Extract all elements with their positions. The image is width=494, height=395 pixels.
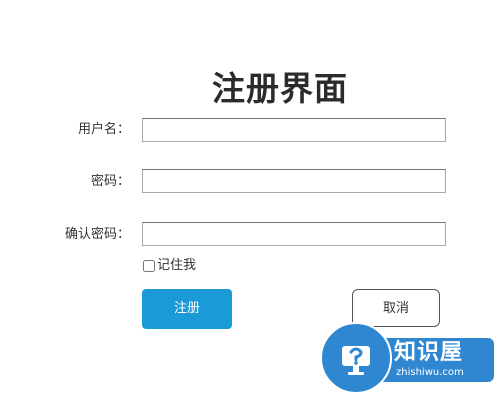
lightbulb-question-icon bbox=[342, 346, 370, 375]
confirm-password-input[interactable] bbox=[142, 222, 446, 246]
remember-me-label: 记住我 bbox=[157, 258, 197, 273]
username-input[interactable] bbox=[142, 118, 446, 142]
password-label: 密码： bbox=[90, 174, 130, 189]
remember-me-checkbox[interactable] bbox=[143, 260, 155, 272]
password-input[interactable] bbox=[142, 169, 446, 193]
register-button[interactable]: 注册 bbox=[142, 289, 232, 329]
page-title: 注册界面 bbox=[212, 69, 348, 108]
watermark-title: 知识屋 bbox=[394, 340, 464, 365]
watermark-subtitle: zhishiwu.com bbox=[396, 367, 464, 378]
watermark-logo: 知识屋 zhishiwu.com bbox=[320, 322, 494, 395]
confirm-password-label: 确认密码： bbox=[64, 227, 130, 242]
remember-me-option[interactable]: 记住我 bbox=[142, 258, 196, 274]
username-label: 用户名： bbox=[77, 122, 130, 137]
